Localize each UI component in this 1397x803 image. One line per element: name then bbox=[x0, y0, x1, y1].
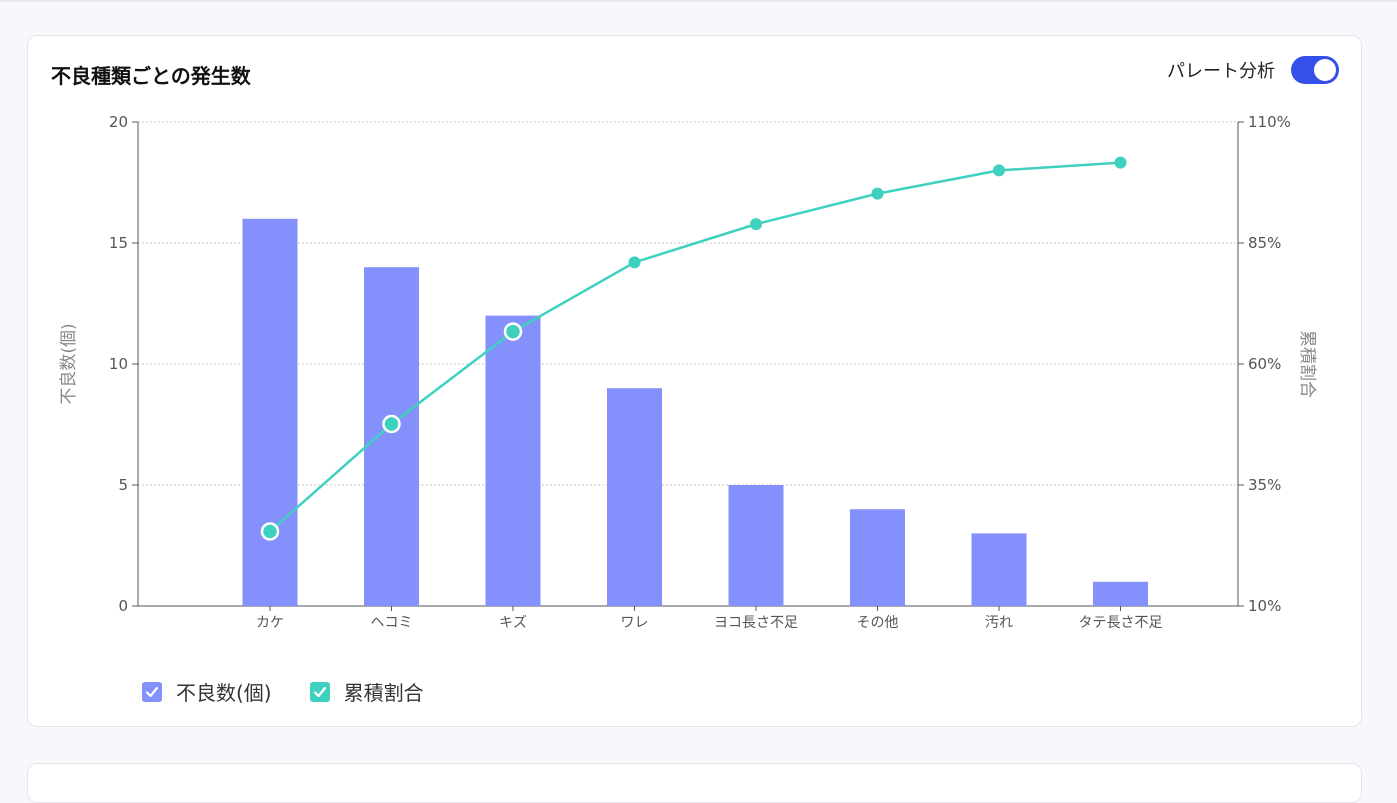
y-tick-label: 10 bbox=[109, 355, 128, 373]
x-tick-label: キズ bbox=[499, 615, 527, 631]
line-point bbox=[871, 187, 884, 200]
x-tick-label: ワレ bbox=[621, 615, 649, 631]
bar bbox=[1093, 581, 1148, 606]
checkbox-icon[interactable] bbox=[309, 681, 330, 702]
y2-axis-title: 累積割合 bbox=[1297, 330, 1317, 398]
bar bbox=[728, 485, 784, 606]
x-tick-label: 汚れ bbox=[985, 615, 1013, 631]
x-tick-label: タテ長さ不足 bbox=[1079, 615, 1163, 631]
bar bbox=[242, 218, 298, 607]
y2-tick-label: 85% bbox=[1248, 234, 1281, 252]
legend-label: 不良数(個) bbox=[176, 681, 272, 705]
y2-tick-label: 35% bbox=[1248, 476, 1281, 494]
y-tick-label: 0 bbox=[118, 597, 128, 615]
y-tick-label: 20 bbox=[109, 113, 128, 131]
pareto-chart: 0 5 10 15 20 10% 35% 60% 85% 110% 不良数(個) 累積割合カケ ヘコミ キ… bbox=[59, 113, 1317, 631]
x-tick-label: カケ bbox=[256, 615, 284, 631]
x-tick-label: ヘコミ bbox=[371, 615, 413, 631]
bar bbox=[850, 509, 905, 606]
x-tick-label: その他 bbox=[857, 615, 899, 631]
line-point-highlighted bbox=[503, 322, 523, 341]
chart-legend: 不良数(個) 累積割合 bbox=[142, 677, 424, 706]
line-point bbox=[750, 218, 762, 231]
bar bbox=[971, 533, 1027, 606]
legend-item[interactable]: 累積割合 bbox=[309, 677, 424, 706]
y-tick-label: 15 bbox=[109, 234, 128, 252]
line-point bbox=[993, 164, 1005, 177]
legend-label: 累積割合 bbox=[343, 681, 424, 705]
line-point bbox=[1114, 156, 1127, 169]
checkbox-icon[interactable] bbox=[142, 681, 162, 702]
y2-tick-label: 60% bbox=[1248, 355, 1281, 373]
next-card bbox=[27, 763, 1362, 803]
y2-tick-label: 10% bbox=[1248, 597, 1281, 615]
bar bbox=[485, 315, 541, 606]
line-point-highlighted bbox=[382, 414, 401, 434]
y-axis-title: 不良数(個) bbox=[59, 323, 79, 404]
legend-item[interactable]: 不良数(個) bbox=[142, 677, 272, 706]
bar bbox=[607, 388, 662, 606]
x-tick-label: ヨコ長さ不足 bbox=[714, 615, 798, 631]
y-tick-label: 5 bbox=[118, 476, 128, 494]
line-point bbox=[628, 256, 641, 269]
y2-tick-label: 110% bbox=[1248, 113, 1291, 131]
line-point-highlighted bbox=[260, 522, 280, 541]
bar bbox=[364, 267, 419, 606]
